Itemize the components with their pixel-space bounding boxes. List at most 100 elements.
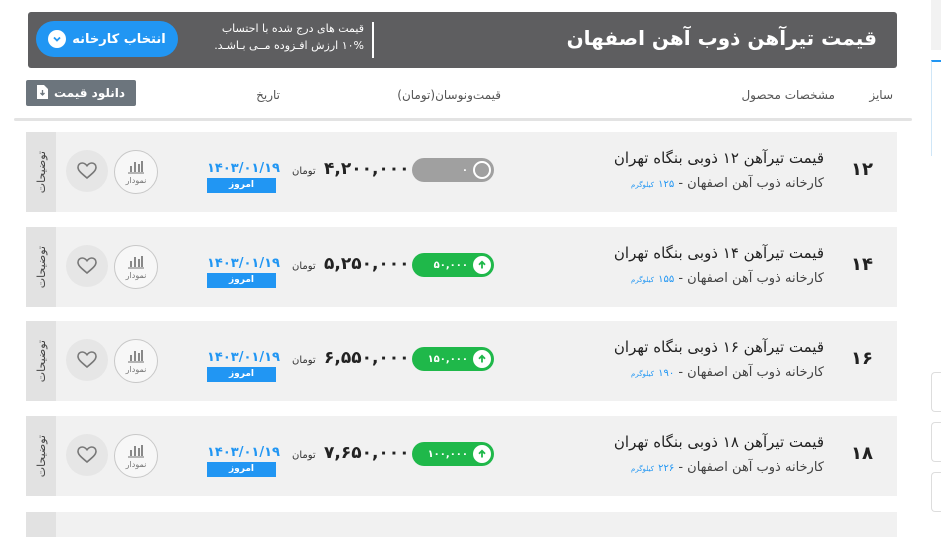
factory-name: کارخانه ذوب آهن اصفهان - [678,176,824,191]
page-header: قیمت تیرآهن ذوب آهن اصفهان قیمت های درج … [28,12,897,68]
product-weight: ۱۲۵ [658,179,675,190]
file-download-icon [36,84,48,102]
product-factory: کارخانه ذوب آهن اصفهان - ۱۲۵ کیلوگرم [631,176,824,191]
description-label: توضیحات [34,339,48,383]
product-factory: کارخانه ذوب آهن اصفهان - ۲۲۶ کیلوگرم [631,460,824,475]
note-divider [372,22,374,58]
price-value: ۴,۲۰۰,۰۰۰ [324,159,410,179]
product-factory: کارخانه ذوب آهن اصفهان - ۱۹۰ کیلوگرم [631,365,824,380]
chevron-down-icon [48,30,67,48]
arrow-up-icon [473,445,491,463]
price-date: ۱۴۰۳/۰۱/۱۹ [207,161,280,176]
price-value: ۶,۵۵۰,۰۰۰ [324,348,410,368]
col-date: تاریخ [256,88,280,102]
today-badge: امروز [207,273,276,288]
sidebar-box-edge [931,372,941,412]
vat-note: قیمت های درج شده با احتساب ۱۰% ارزش افـز… [202,20,370,60]
description-tab[interactable]: توضیحات [26,416,56,496]
price-date: ۱۴۰۳/۰۱/۱۹ [207,445,280,460]
chart-button[interactable]: نمودار [114,150,158,194]
product-factory: کارخانه ذوب آهن اصفهان - ۱۵۵ کیلوگرم [631,271,824,286]
product-name[interactable]: قیمت تیرآهن ۱۸ ذوبی بنگاه تهران [614,433,824,451]
chart-button[interactable]: نمودار [114,245,158,289]
sidebar-edge [931,0,941,50]
price-change-value: ۱۰۰,۰۰۰ [427,448,468,460]
price-value: ۵,۲۵۰,۰۰۰ [324,254,410,274]
description-tab[interactable]: توضیحات [26,321,56,401]
sidebar-box-edge [931,472,941,512]
chart-button[interactable]: نمودار [114,339,158,383]
table-row: توضیحات نمودار ۱۴۰۳/۰۱/۱۹ امروز تومان ۷,… [26,416,897,496]
col-price-change: قیمت‌ونوسان(تومان) [397,88,501,102]
factory-name: کارخانه ذوب آهن اصفهان - [678,460,824,475]
today-badge: امروز [207,367,276,382]
select-factory-label: انتخاب کارخانه [72,31,166,47]
table-row: توضیحات نمودار ۱۴۰۳/۰۱/۱۹ امروز تومان ۵,… [26,227,897,307]
product-size: ۱۶ [851,348,873,369]
price-change-badge: ۵۰,۰۰۰ [412,253,494,277]
weight-unit: کیلوگرم [631,370,654,378]
product-name[interactable]: قیمت تیرآهن ۱۲ ذوبی بنگاه تهران [614,149,824,167]
favorite-heart-icon[interactable] [66,150,108,192]
price-date: ۱۴۰۳/۰۱/۱۹ [207,256,280,271]
chart-label: نمودار [125,364,147,374]
select-factory-button[interactable]: انتخاب کارخانه [36,21,178,57]
download-price-button[interactable]: دانلود قیمت [26,80,136,106]
favorite-heart-icon[interactable] [66,434,108,476]
chart-label: نمودار [125,175,147,185]
product-weight: ۱۹۰ [658,368,675,379]
factory-name: کارخانه ذوب آهن اصفهان - [678,365,824,380]
bar-chart-icon [128,160,144,174]
table-row: توضیحات نمودار ۱۴۰۳/۰۱/۱۹ امروز تومان ۶,… [26,321,897,401]
col-spec: مشخصات محصول [741,88,835,102]
page-title: قیمت تیرآهن ذوب آهن اصفهان [566,26,877,50]
description-tab[interactable]: توضیحات [26,132,56,212]
price-change-value: ۵۰,۰۰۰ [433,259,468,271]
description-label: توضیحات [34,434,48,478]
arrow-up-icon [473,350,491,368]
product-name[interactable]: قیمت تیرآهن ۱۴ ذوبی بنگاه تهران [614,244,824,262]
product-name[interactable]: قیمت تیرآهن ۱۶ ذوبی بنگاه تهران [614,338,824,356]
price-change-badge: ۱۰۰,۰۰۰ [412,442,494,466]
favorite-heart-icon[interactable] [66,339,108,381]
currency-unit: تومان [292,166,316,177]
bar-chart-icon [128,444,144,458]
weight-unit: کیلوگرم [631,276,654,284]
chart-button[interactable]: نمودار [114,434,158,478]
product-weight: ۲۲۶ [658,463,675,474]
price-value: ۷,۶۵۰,۰۰۰ [324,443,410,463]
product-size: ۱۲ [851,159,873,180]
description-tab[interactable] [26,512,56,537]
today-badge: امروز [207,462,276,477]
chart-label: نمودار [125,459,147,469]
weight-unit: کیلوگرم [631,465,654,473]
price-change-badge: ۰ [412,158,494,182]
currency-unit: تومان [292,450,316,461]
vat-note-line1: قیمت های درج شده با احتساب [221,22,364,35]
bar-chart-icon [128,255,144,269]
currency-unit: تومان [292,261,316,272]
product-weight: ۱۵۵ [658,274,675,285]
vat-note-line2: ۱۰% ارزش افـزوده مــی بـاشـد. [214,39,364,52]
factory-name: کارخانه ذوب آهن اصفهان - [678,271,824,286]
product-size: ۱۸ [851,443,873,464]
currency-unit: تومان [292,355,316,366]
sidebar-panel-edge [931,60,941,156]
sidebar-box-edge [931,422,941,462]
col-size: سایز [869,88,893,102]
description-label: توضیحات [34,245,48,289]
price-change-value: ۱۵۰,۰۰۰ [427,353,468,365]
price-change-badge: ۱۵۰,۰۰۰ [412,347,494,371]
favorite-heart-icon[interactable] [66,245,108,287]
table-row-partial [26,512,897,537]
description-label: توضیحات [34,150,48,194]
price-date: ۱۴۰۳/۰۱/۱۹ [207,350,280,365]
description-tab[interactable]: توضیحات [26,227,56,307]
today-badge: امروز [207,178,276,193]
weight-unit: کیلوگرم [631,181,654,189]
arrow-up-icon [473,256,491,274]
table-row: توضیحات نمودار ۱۴۰۳/۰۱/۱۹ امروز تومان ۴,… [26,132,897,212]
neutral-circle-icon [473,161,491,179]
chart-label: نمودار [125,270,147,280]
product-size: ۱۴ [851,254,873,275]
